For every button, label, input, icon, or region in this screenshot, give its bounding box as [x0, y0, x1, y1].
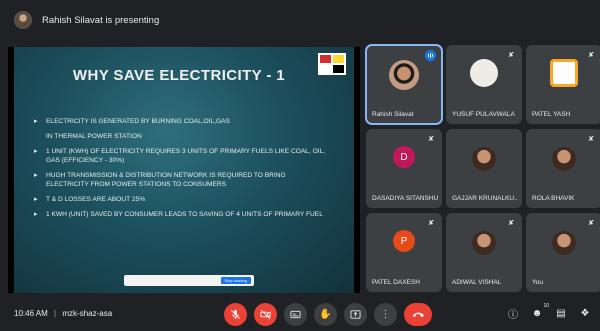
participant-avatar [552, 147, 576, 172]
raise-hand-icon[interactable]: ✋ [314, 303, 337, 326]
presenter-label: Rahish Silavat is presenting [42, 14, 160, 26]
mic-off-icon: ✘ [508, 220, 514, 227]
participant-name: YUSUF PULAVWALA [452, 111, 515, 118]
participant-tile[interactable]: ✘ You [526, 213, 600, 292]
presenter-avatar [14, 11, 32, 29]
side-panel-controls: ⓘ ☻ 10 ▤ ❖ [506, 303, 592, 321]
participant-grid: Rahish Silavat ✘ YUSUF PULAVWALA ✘ PATEL… [365, 44, 600, 293]
info-icon[interactable]: ⓘ [506, 306, 520, 321]
participant-name: ROLA BHAVIK [532, 195, 575, 202]
participant-name: PATEL YASH [532, 111, 571, 118]
slide-bullet: ELECTRICITY IS GENERATED BY BURNING COAL… [34, 117, 329, 126]
participant-name: DASADIYA SITANSHU [372, 195, 438, 202]
more-options-icon[interactable]: ⋮ [374, 303, 397, 326]
participant-name: GAJJAR KRUNALKU... [452, 195, 518, 202]
stop-sharing-button[interactable]: Stop sharing [220, 277, 251, 284]
participant-name: PATEL DAXESH [372, 279, 420, 286]
presentation-stage[interactable]: WHY SAVE ELECTRICITY - 1 ELECTRICITY IS … [8, 47, 360, 293]
present-icon[interactable] [344, 303, 367, 326]
divider: | [54, 309, 57, 318]
participant-name: ADIWAL VISHAL [452, 279, 502, 286]
participant-tile[interactable]: ✘ YUSUF PULAVWALA [446, 45, 522, 124]
participant-tile[interactable]: Rahish Silavat [365, 44, 443, 125]
slide-bullet-list: ELECTRICITY IS GENERATED BY BURNING COAL… [34, 117, 329, 225]
shared-slide: WHY SAVE ELECTRICITY - 1 ELECTRICITY IS … [14, 47, 354, 293]
mic-off-icon: ✘ [588, 136, 594, 143]
participant-avatar [472, 231, 496, 256]
avatar-letter: P [400, 235, 408, 247]
participant-avatar: P [393, 230, 415, 253]
sharing-notice-bar: Stop sharing [124, 275, 254, 286]
participant-avatar [472, 147, 496, 172]
mic-off-icon: ✘ [428, 220, 434, 227]
participant-avatar [552, 231, 576, 256]
participant-tile[interactable]: P ✘ PATEL DAXESH [366, 213, 442, 292]
meeting-controls-bar: 10:46 AM | mzk-shaz-asa ✋ ⋮ ⓘ ☻ 10 ▤ ❖ [0, 298, 600, 331]
meeting-info: 10:46 AM | mzk-shaz-asa [14, 309, 112, 318]
end-call-icon[interactable] [404, 303, 432, 326]
slide-sub-bullet: IN THERMAL POWER STATION [46, 133, 142, 140]
people-icon[interactable]: ☻ 10 [530, 303, 549, 319]
participant-name: You [532, 279, 543, 286]
meeting-code: mzk-shaz-asa [62, 309, 113, 318]
clock-time: 10:46 AM [14, 309, 48, 318]
camera-off-icon[interactable] [254, 303, 277, 326]
activities-icon[interactable]: ❖ [578, 308, 592, 319]
presenter-bar: Rahish Silavat is presenting [0, 0, 600, 40]
call-controls: ✋ ⋮ [224, 303, 432, 326]
participant-avatar [389, 60, 419, 91]
mic-off-icon: ✘ [428, 136, 434, 143]
participant-tile[interactable]: ✘ PATEL YASH [526, 45, 600, 124]
avatar-letter: D [400, 151, 408, 163]
participant-avatar [550, 59, 578, 88]
participant-avatar: D [393, 146, 415, 169]
slide-bullet: HUGH TRANSMISSION & DISTRIBUTION NETWORK… [34, 171, 329, 189]
participant-tile[interactable]: ✘ ROLA BHAVIK [526, 129, 600, 208]
mic-off-icon[interactable] [224, 303, 247, 326]
mic-off-icon: ✘ [588, 220, 594, 227]
chat-icon[interactable]: ▤ [554, 308, 568, 319]
slide-bullet: T & D LOSSES ARE ABOUT 25% [34, 195, 329, 204]
participant-tile[interactable]: GAJJAR KRUNALKU... [446, 129, 522, 208]
participant-tile[interactable]: ✘ ADIWAL VISHAL [446, 213, 522, 292]
slide-bullet: 1 UNIT (KWH) OF ELECTRICITY REQUIRES 3 U… [34, 147, 329, 165]
mic-off-icon: ✘ [588, 52, 594, 59]
speaking-indicator-icon [425, 50, 436, 61]
mic-off-icon: ✘ [508, 52, 514, 59]
participant-name: Rahish Silavat [372, 111, 414, 118]
participant-avatar [470, 59, 498, 88]
people-count-badge: 10 [543, 303, 549, 309]
captions-icon[interactable] [284, 303, 307, 326]
slide-bullet: 1 KWH (UNIT) SAVED BY CONSUMER LEADS TO … [34, 210, 329, 219]
slide-title: WHY SAVE ELECTRICITY - 1 [72, 67, 286, 84]
participant-tile[interactable]: D ✘ DASADIYA SITANSHU [366, 129, 442, 208]
